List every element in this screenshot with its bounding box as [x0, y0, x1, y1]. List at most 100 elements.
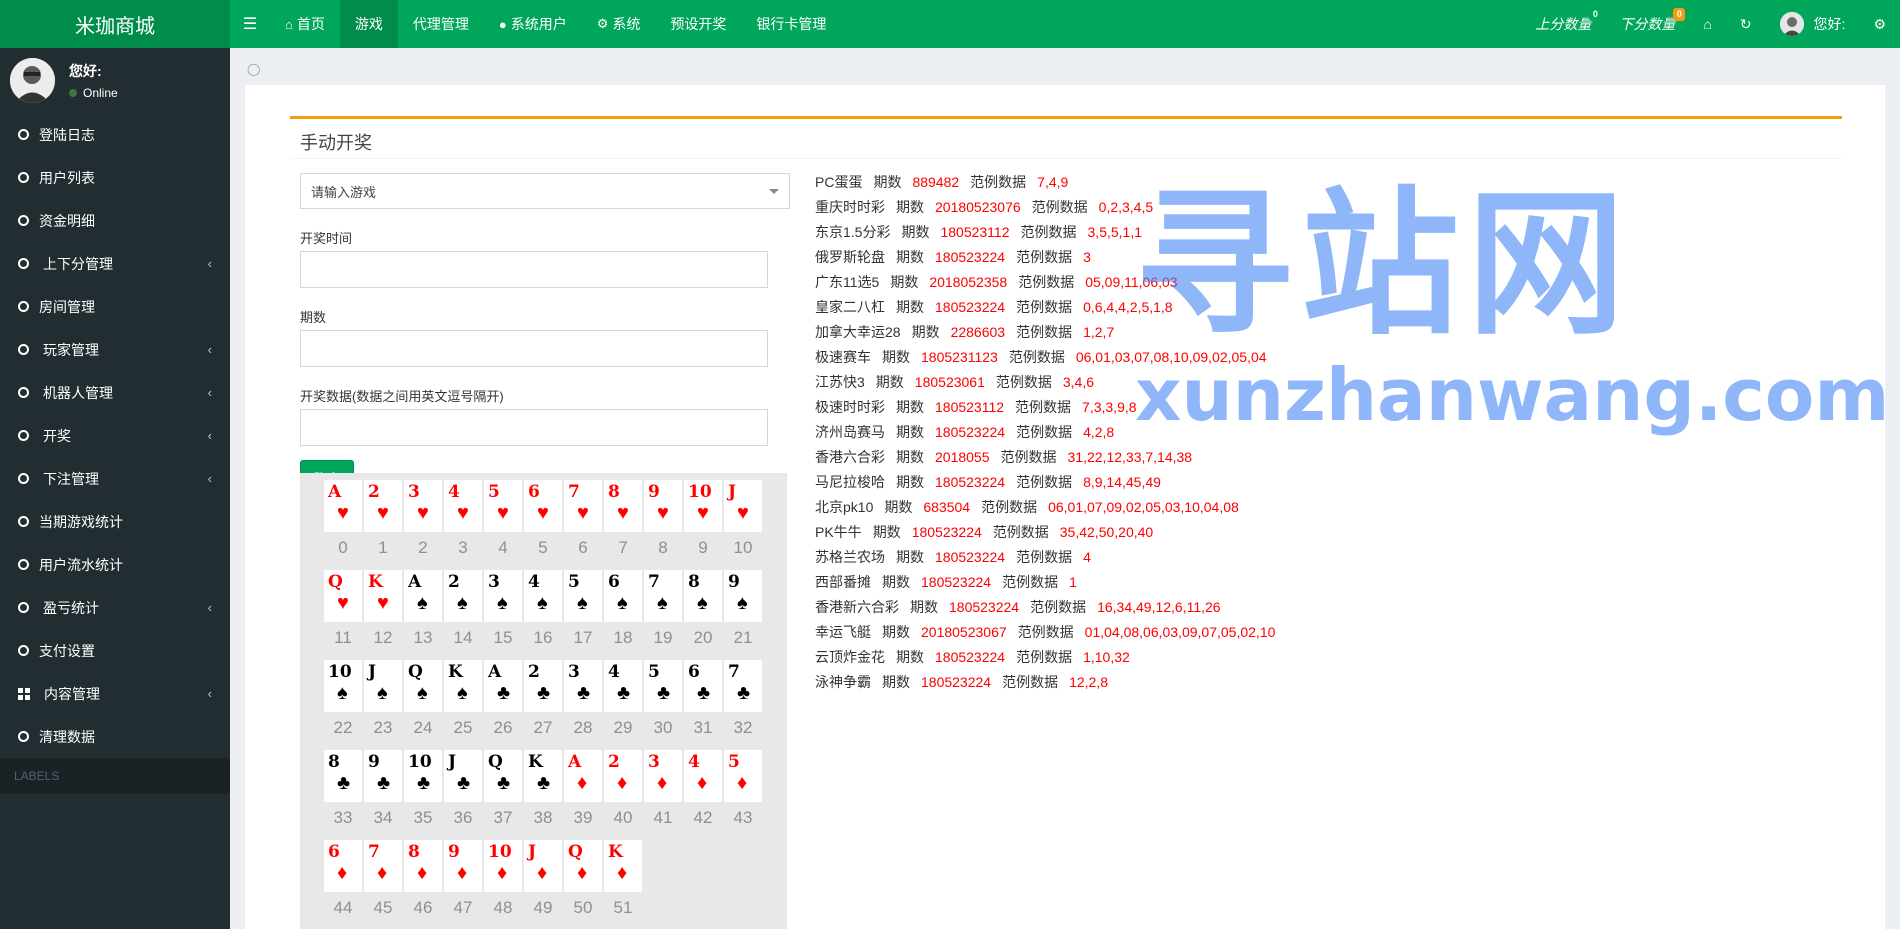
sidebar-item-players[interactable]: 玩家管理 ‹: [0, 328, 230, 371]
card-rank: 2: [448, 572, 460, 592]
sidebar-item-funds[interactable]: 资金明细: [0, 199, 230, 242]
playing-card: 3 ♠ 15: [483, 570, 523, 660]
example-data-label: 范例数据: [992, 524, 1049, 540]
card-face: 5 ♠: [564, 570, 602, 622]
sidebar-item-flow-stats[interactable]: 用户流水统计: [0, 543, 230, 586]
card-rank: 8: [608, 482, 620, 502]
sidebar-item-score-management[interactable]: 上下分管理 ‹: [0, 242, 230, 285]
sidebar-item-label: 上下分管理: [43, 255, 113, 272]
card-number: 4: [498, 538, 508, 557]
sidebar-item-robots[interactable]: 机器人管理 ‹: [0, 371, 230, 414]
manual-draw-panel: 手动开奖 请输入游戏 开奖时间 期数 开奖数据(数据之间用英文逗号隔开) 确定 …: [290, 116, 1842, 929]
content-box: 手动开奖 请输入游戏 开奖时间 期数 开奖数据(数据之间用英文逗号隔开) 确定 …: [245, 85, 1885, 929]
card-rank: A: [568, 752, 582, 772]
draw-time-input[interactable]: [300, 251, 768, 288]
sidebar-item-bets[interactable]: 下注管理 ‹: [0, 457, 230, 500]
example-period-value: 889482: [912, 174, 960, 190]
example-period-label: 期数: [896, 399, 924, 415]
card-rank: K: [528, 752, 543, 772]
card-rank: 4: [528, 572, 540, 592]
example-game-name: 东京1.5分彩: [815, 224, 891, 240]
card-face: 2 ♣: [524, 660, 562, 712]
sidebar-item-user-list[interactable]: 用户列表: [0, 156, 230, 199]
app-logo[interactable]: 米珈商城: [0, 0, 230, 48]
card-number: 43: [733, 808, 753, 827]
up-score-button[interactable]: 上分数量 0: [1521, 0, 1605, 48]
period-input[interactable]: [300, 330, 768, 367]
nav-item-agents[interactable]: 代理管理: [398, 0, 484, 48]
playing-card: 9 ♥ 8: [643, 480, 683, 570]
card-face: A ♦: [564, 750, 602, 802]
down-score-label: 下分数量: [1619, 16, 1676, 32]
sidebar-item-payment[interactable]: 支付设置: [0, 629, 230, 672]
circle-icon: [18, 387, 29, 398]
card-grid: A ♥ 0 2 ♥ 1 3 ♥ 2 4 ♥ 3 5 ♥ 4 6 ♥ 5 7 ♥ 6 8 ♥ 7 9 ♥ 8 10 ♥ 9 J ♥ 10 Q ♥ 11 K…: [323, 480, 787, 929]
nav-item-system[interactable]: ⚙ 系统: [582, 0, 656, 48]
sidebar-item-login-log[interactable]: 登陆日志: [0, 113, 230, 156]
card-rank: 3: [568, 662, 580, 682]
dashboard-icon[interactable]: ◯: [247, 62, 260, 76]
card-face: 9 ♣: [364, 750, 402, 802]
card-face: A ♥: [324, 480, 362, 532]
card-rank: 9: [368, 752, 380, 772]
card-number: 7: [618, 538, 628, 557]
card-number: 49: [533, 898, 553, 917]
example-data-value: 1: [1069, 574, 1077, 590]
playing-card: Q ♦ 50: [563, 840, 603, 929]
draw-data-input[interactable]: [300, 409, 768, 446]
card-rank: 2: [608, 752, 620, 772]
card-suit-icon: ♦: [657, 772, 668, 794]
game-select[interactable]: 请输入游戏: [300, 173, 790, 209]
card-suit-icon: ♣: [337, 772, 351, 794]
nav-item-home[interactable]: ⌂ 首页: [270, 0, 340, 48]
card-face: 10 ♥: [684, 480, 722, 532]
sidebar: 您好: Online 登陆日志 用户列表 资金明细 上下分管理 ‹ 房间管理 玩家…: [0, 48, 230, 929]
sidebar-item-period-stats[interactable]: 当期游戏统计: [0, 500, 230, 543]
card-number: 10: [733, 538, 753, 557]
playing-card: J ♣ 36: [443, 750, 483, 840]
card-face: 3 ♣: [564, 660, 602, 712]
home-icon[interactable]: ⌂: [1689, 0, 1725, 48]
sidebar-item-content[interactable]: 内容管理 ‹: [0, 672, 230, 715]
sidebar-item-label: 盈亏统计: [43, 599, 99, 616]
sidebar-item-profit-stats[interactable]: 盈亏统计 ‹: [0, 586, 230, 629]
sidebar-item-clear-data[interactable]: 清理数据: [0, 715, 230, 758]
example-period-value: 2018055: [935, 449, 990, 465]
playing-card: 6 ♣ 31: [683, 660, 723, 750]
card-suit-icon: ♣: [657, 682, 671, 704]
example-period-label: 期数: [901, 224, 930, 240]
card-face: 10 ♦: [484, 840, 522, 892]
navbar-right: 上分数量 0 下分数量 0 ⌂ ↻ 您好: ⚙: [1521, 0, 1900, 48]
nav-item-bank-cards[interactable]: 银行卡管理: [741, 0, 841, 48]
example-row: 幸运飞艇 期数 20180523067 范例数据 01,04,08,06,03,09,0…: [815, 620, 1535, 645]
nav-item-preset-draw[interactable]: 预设开奖: [655, 0, 741, 48]
sidebar-item-label: 用户列表: [39, 169, 95, 186]
sidebar-item-rooms[interactable]: 房间管理: [0, 285, 230, 328]
example-data-label: 范例数据: [1030, 599, 1087, 615]
example-data-label: 范例数据: [1017, 624, 1074, 640]
card-suit-icon: ♣: [537, 772, 551, 794]
card-number: 46: [413, 898, 433, 917]
card-face: Q ♥: [324, 570, 362, 622]
card-rank: J: [728, 482, 737, 502]
example-data-label: 范例数据: [1015, 399, 1072, 415]
refresh-icon[interactable]: ↻: [1726, 0, 1766, 48]
card-rank: 8: [408, 842, 420, 862]
card-face: J ♣: [444, 750, 482, 802]
card-suit-icon: ♦: [577, 862, 588, 884]
nav-item-system-users[interactable]: ● 系统用户: [484, 0, 582, 48]
nav-item-games[interactable]: 游戏: [339, 0, 398, 48]
card-suit-icon: ♠: [417, 592, 428, 614]
card-number: 36: [453, 808, 473, 827]
main-nav: ☰ ⌂ 首页 游戏 代理管理 ● 系统用户 ⚙ 系统 预设开奖 银行卡管理: [230, 0, 841, 48]
example-data-label: 范例数据: [1002, 574, 1059, 590]
settings-gears-icon[interactable]: ⚙: [1859, 0, 1900, 48]
down-score-button[interactable]: 下分数量 0: [1605, 0, 1689, 48]
playing-card: 6 ♠ 18: [603, 570, 643, 660]
home-icon: ⌂: [285, 16, 293, 32]
example-period-value: 683504: [923, 499, 971, 515]
hamburger-icon[interactable]: ☰: [230, 0, 270, 48]
playing-card: J ♥ 10: [723, 480, 763, 570]
user-menu[interactable]: 您好:: [1766, 0, 1860, 48]
sidebar-item-draw[interactable]: 开奖 ‹: [0, 414, 230, 457]
